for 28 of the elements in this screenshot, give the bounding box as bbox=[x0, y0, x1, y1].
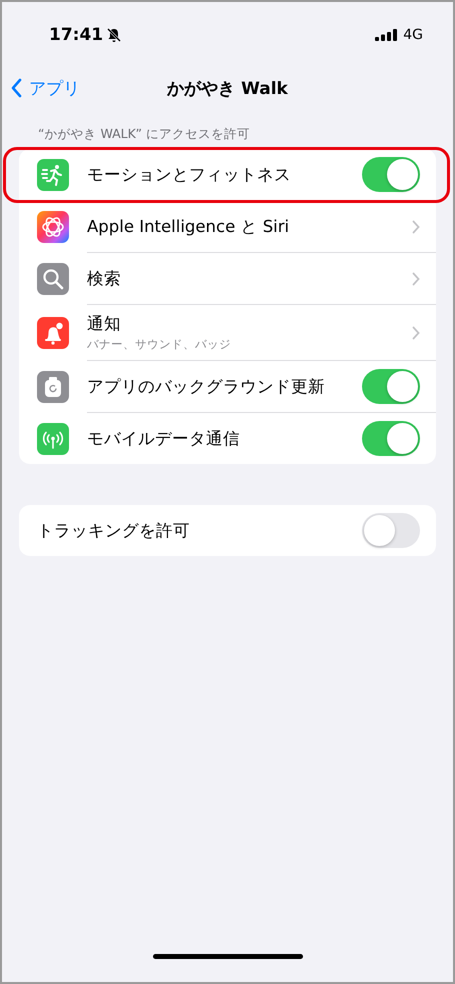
network-type: 4G bbox=[403, 27, 423, 43]
signal-icon bbox=[375, 29, 398, 41]
setting-label[interactable]: モーションとフィットネス bbox=[87, 164, 362, 186]
back-button[interactable]: アプリ bbox=[10, 76, 80, 100]
setting-label[interactable]: モバイルデータ通信 bbox=[87, 428, 362, 450]
toggle-switch[interactable] bbox=[362, 369, 420, 404]
refresh-icon bbox=[37, 371, 69, 403]
bell-icon bbox=[37, 317, 69, 349]
setting-label[interactable]: 通知 bbox=[87, 313, 412, 335]
setting-label[interactable]: Apple Intelligence と Siri bbox=[87, 216, 412, 238]
setting-subtitle: バナー、サウンド、バッジ bbox=[87, 337, 232, 352]
chevron-icon bbox=[412, 220, 420, 234]
setting-label[interactable]: アプリのバックグラウンド更新 bbox=[87, 376, 362, 398]
setting-label[interactable]: トラッキングを許可 bbox=[37, 520, 362, 542]
section-header: “かがやき WALK” にアクセスを許可 bbox=[38, 126, 250, 141]
chevron-icon bbox=[412, 326, 420, 340]
back-chevron-icon bbox=[10, 78, 23, 98]
page-title: かがやき Walk bbox=[167, 78, 288, 98]
antenna-icon bbox=[37, 422, 69, 454]
chevron-icon bbox=[412, 272, 420, 286]
toggle-switch[interactable] bbox=[362, 421, 420, 456]
toggle-switch[interactable] bbox=[362, 513, 420, 548]
running-figure-icon bbox=[37, 159, 69, 191]
status-time: 17:41 bbox=[49, 25, 104, 45]
flower-ring-icon bbox=[37, 211, 69, 243]
search-icon bbox=[37, 263, 69, 295]
setting-label[interactable]: 検索 bbox=[87, 268, 412, 290]
toggle-switch[interactable] bbox=[362, 157, 420, 192]
